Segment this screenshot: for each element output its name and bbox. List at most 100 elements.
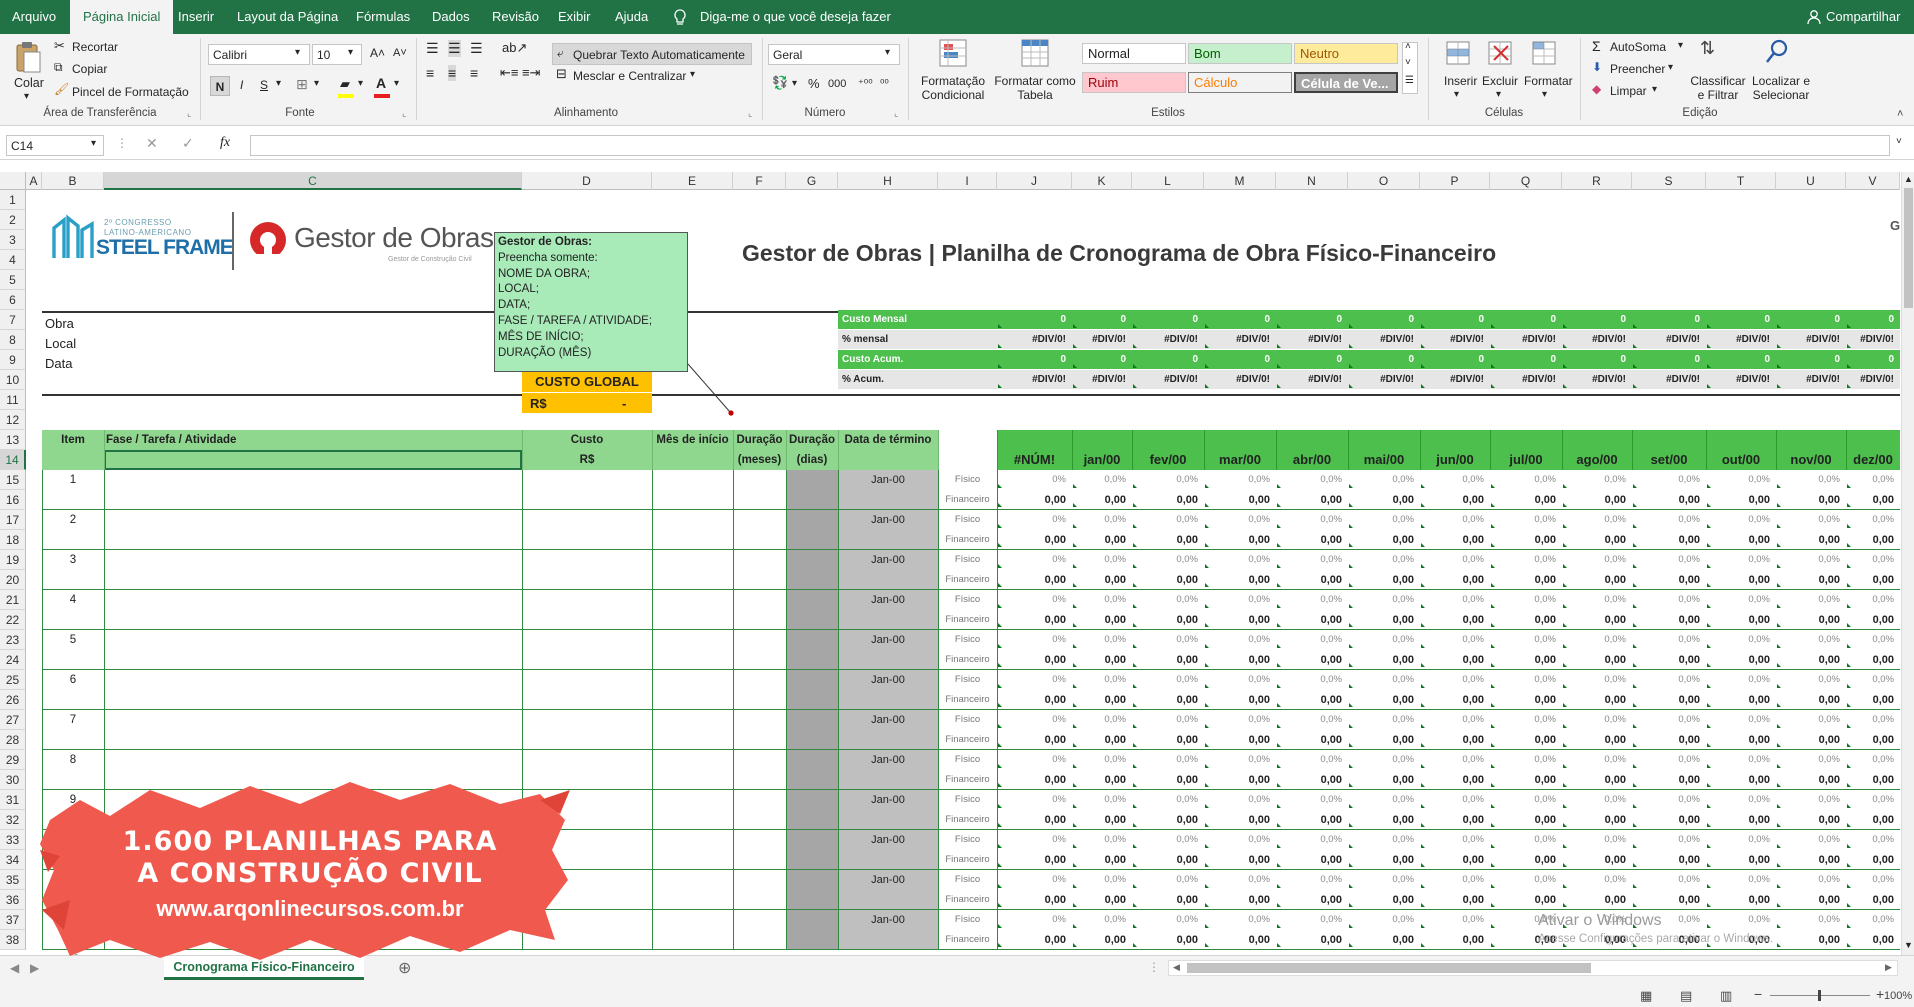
fisico-pct[interactable]: 0,0% (1072, 874, 1126, 885)
column-header[interactable]: V (1846, 172, 1900, 190)
fisico-pct[interactable]: 0,0% (1776, 554, 1840, 565)
share-button[interactable]: Compartilhar (1826, 0, 1900, 34)
fisico-pct[interactable]: 0,0% (1490, 714, 1556, 725)
summary-value[interactable]: #DIV/0! (1490, 334, 1556, 345)
financeiro-value[interactable]: 0,00 (1348, 614, 1414, 626)
currency-icon[interactable]: 💱 (772, 75, 788, 91)
financeiro-value[interactable]: 0,00 (1776, 894, 1840, 906)
summary-value[interactable]: 0 (1846, 314, 1894, 325)
termino-date[interactable]: Jan-00 (838, 514, 938, 526)
name-box[interactable]: C14 ▾ (6, 135, 104, 156)
financeiro-value[interactable]: 0,00 (1420, 694, 1484, 706)
fisico-pct[interactable]: 0,0% (1632, 554, 1700, 565)
termino-date[interactable]: Jan-00 (838, 834, 938, 846)
fisico-pct[interactable]: 0,0% (1276, 674, 1342, 685)
fisico-pct[interactable]: 0,0% (1490, 794, 1556, 805)
row-header[interactable]: 35 (0, 870, 26, 890)
style-neutro[interactable]: Neutro (1294, 43, 1398, 64)
fisico-pct[interactable]: 0,0% (1420, 474, 1484, 485)
fisico-pct[interactable]: 0,0% (1132, 914, 1198, 925)
summary-value[interactable]: #DIV/0! (1204, 334, 1270, 345)
fisico-pct[interactable]: 0,0% (1204, 674, 1270, 685)
summary-value[interactable]: 0 (1562, 314, 1626, 325)
shrink-font-icon[interactable]: A˅ (393, 47, 407, 59)
fisico-pct[interactable]: 0,0% (1562, 594, 1626, 605)
financeiro-value[interactable]: 0,00 (1846, 614, 1894, 626)
row-header[interactable]: 30 (0, 770, 26, 790)
financeiro-value[interactable]: 0,00 (1632, 654, 1700, 666)
fisico-pct[interactable]: 0,0% (1706, 754, 1770, 765)
row-header[interactable]: 36 (0, 890, 26, 910)
menu-pagina-inicial[interactable]: Página Inicial (70, 0, 174, 34)
zoom-level[interactable]: 100% (1884, 990, 1912, 1002)
fisico-pct[interactable]: 0,0% (1776, 914, 1840, 925)
fisico-pct[interactable]: 0,0% (1072, 834, 1126, 845)
summary-value[interactable]: #DIV/0! (1562, 334, 1626, 345)
column-header[interactable]: O (1348, 172, 1420, 190)
financeiro-value[interactable]: 0,00 (1132, 614, 1198, 626)
fisico-pct[interactable]: 0% (997, 874, 1066, 885)
fisico-pct[interactable]: 0,0% (1348, 834, 1414, 845)
fisico-pct[interactable]: 0,0% (1632, 754, 1700, 765)
style-bom[interactable]: Bom (1188, 43, 1292, 64)
fisico-pct[interactable]: 0,0% (1846, 554, 1894, 565)
financeiro-value[interactable]: 0,00 (1632, 774, 1700, 786)
style-celula-verificacao[interactable]: Célula de Ve... (1294, 72, 1398, 93)
row-header[interactable]: 5 (0, 270, 26, 290)
summary-value[interactable]: #DIV/0! (1490, 374, 1556, 385)
row-header[interactable]: 20 (0, 570, 26, 590)
row-header[interactable]: 7 (0, 310, 26, 330)
row-header[interactable]: 31 (0, 790, 26, 810)
fisico-pct[interactable]: 0,0% (1846, 474, 1894, 485)
align-right-icon[interactable]: ≡ (470, 65, 478, 81)
column-header[interactable]: B (42, 172, 104, 190)
style-normal[interactable]: Normal (1082, 43, 1186, 64)
underline-button[interactable]: S (260, 78, 268, 92)
item-number[interactable]: 3 (42, 554, 104, 566)
fisico-pct[interactable]: 0,0% (1348, 874, 1414, 885)
fisico-pct[interactable]: 0,0% (1132, 554, 1198, 565)
fisico-pct[interactable]: 0,0% (1490, 874, 1556, 885)
financeiro-value[interactable]: 0,00 (1420, 814, 1484, 826)
financeiro-value[interactable]: 0,00 (1562, 614, 1626, 626)
styles-gallery-scroll[interactable]: ˄ ˅ ☰ (1402, 41, 1418, 94)
financeiro-value[interactable]: 0,00 (1846, 774, 1894, 786)
insert-cells-button[interactable]: Inserir (1444, 74, 1477, 88)
summary-value[interactable]: #DIV/0! (1072, 334, 1126, 345)
menu-dados[interactable]: Dados (432, 0, 470, 34)
chevron-down-icon[interactable]: ▾ (690, 69, 695, 80)
fisico-pct[interactable]: 0,0% (1204, 914, 1270, 925)
fisico-pct[interactable]: 0% (997, 834, 1066, 845)
wrap-text-button[interactable]: ⤶ Quebrar Texto Automaticamente (552, 43, 752, 65)
fisico-pct[interactable]: 0,0% (1276, 714, 1342, 725)
align-top-icon[interactable]: ☰ (426, 40, 439, 57)
format-painter-button[interactable]: Pincel de Formatação (72, 85, 189, 99)
chevron-down-icon[interactable]: ▾ (314, 78, 319, 89)
row-header[interactable]: 18 (0, 530, 26, 550)
financeiro-value[interactable]: 0,00 (1706, 734, 1770, 746)
termino-date[interactable]: Jan-00 (838, 874, 938, 886)
financeiro-value[interactable]: 0,00 (1706, 774, 1770, 786)
financeiro-value[interactable]: 0,00 (997, 574, 1066, 586)
fisico-pct[interactable]: 0,0% (1776, 754, 1840, 765)
item-number[interactable]: 2 (42, 514, 104, 526)
financeiro-value[interactable]: 0,00 (1490, 814, 1556, 826)
fisico-pct[interactable]: 0,0% (1132, 834, 1198, 845)
thousands-button[interactable]: 000 (828, 78, 846, 90)
chevron-down-icon[interactable]: ▾ (1652, 84, 1657, 95)
financeiro-value[interactable]: 0,00 (997, 694, 1066, 706)
row-header[interactable]: 37 (0, 910, 26, 930)
financeiro-value[interactable]: 0,00 (1132, 494, 1198, 506)
financeiro-value[interactable]: 0,00 (1776, 494, 1840, 506)
fisico-pct[interactable]: 0% (997, 754, 1066, 765)
italic-button[interactable]: I (240, 78, 243, 92)
financeiro-value[interactable]: 0,00 (1706, 694, 1770, 706)
fisico-pct[interactable]: 0,0% (1706, 474, 1770, 485)
financeiro-value[interactable]: 0,00 (1204, 654, 1270, 666)
number-format-select[interactable]: Geral ▾ (768, 44, 900, 65)
fisico-pct[interactable]: 0,0% (1204, 834, 1270, 845)
financeiro-value[interactable]: 0,00 (1632, 814, 1700, 826)
financeiro-value[interactable]: 0,00 (1348, 734, 1414, 746)
summary-value[interactable]: 0 (1706, 314, 1770, 325)
financeiro-value[interactable]: 0,00 (1490, 894, 1556, 906)
